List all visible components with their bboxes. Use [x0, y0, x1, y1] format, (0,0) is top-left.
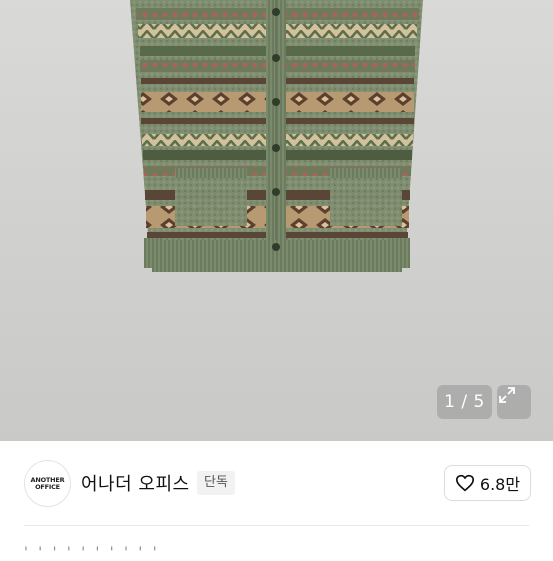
- exclusive-badge: 단독: [197, 471, 235, 495]
- brand-row: ANOTHER OFFICE 어나더 오피스 단독 6.8만: [0, 441, 553, 525]
- heart-outline-icon: [455, 474, 474, 492]
- product-image-carousel[interactable]: 1 / 5: [0, 0, 553, 441]
- divider: [24, 525, 529, 526]
- brand-logo-line2: OFFICE: [35, 482, 60, 491]
- fullscreen-button[interactable]: [497, 385, 531, 419]
- partial-text-row: ' ' ' ' ' ' ' ' ' ': [24, 545, 160, 561]
- image-counter: 1 / 5: [437, 385, 492, 419]
- cardigan-image: [130, 0, 423, 272]
- brand-name[interactable]: 어나더 오피스: [81, 470, 190, 496]
- brand-logo[interactable]: ANOTHER OFFICE: [24, 460, 71, 507]
- like-count: 6.8만: [479, 475, 521, 494]
- like-button[interactable]: 6.8만: [444, 465, 531, 501]
- expand-icon: [499, 387, 515, 403]
